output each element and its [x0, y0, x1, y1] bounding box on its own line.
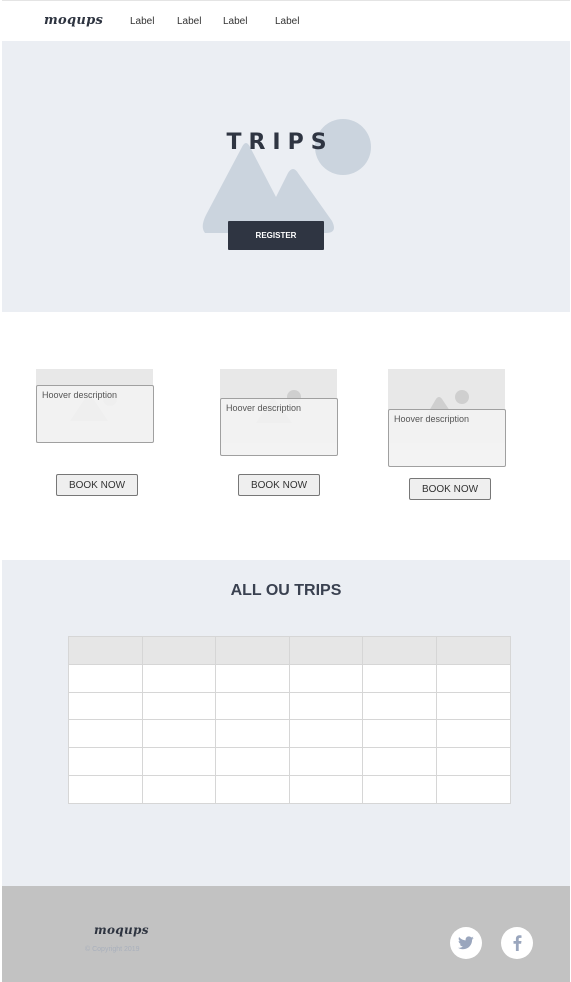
table-cell — [215, 774, 290, 804]
section-title: ALL OU TRIPS — [230, 582, 342, 599]
hover-description-tooltip-2: Hoover description — [220, 398, 338, 456]
table-header-cell — [141, 636, 217, 665]
table-cell — [141, 691, 217, 721]
nav-logo[interactable]: moqups — [44, 13, 103, 28]
facebook-f-icon — [513, 935, 521, 951]
table-cell — [288, 774, 364, 804]
table-cell — [362, 719, 437, 749]
book-now-button-1[interactable]: BOOK NOW — [56, 474, 138, 496]
nav-link-2[interactable]: Label — [177, 16, 201, 27]
table-header-cell — [68, 636, 143, 665]
table-row — [68, 774, 511, 804]
table-header-cell — [435, 636, 511, 665]
table-cell — [141, 747, 217, 776]
book-now-button-2[interactable]: BOOK NOW — [238, 474, 320, 496]
footer: moqups © Copyright 2019 — [2, 886, 570, 982]
nav-link-4[interactable]: Label — [275, 16, 299, 27]
table-cell — [435, 719, 511, 749]
table-header-cell — [215, 636, 290, 665]
nav-link-3[interactable]: Label — [223, 16, 247, 27]
table-cell — [68, 747, 143, 776]
table-cell — [141, 719, 217, 749]
twitter-icon[interactable] — [450, 927, 482, 959]
hover-description-tooltip-3: Hoover description — [388, 409, 506, 467]
all-trips-section: ALL OU TRIPS — [2, 560, 570, 886]
table-cell — [68, 719, 143, 749]
table-cell — [68, 774, 143, 804]
table-row — [68, 719, 511, 749]
table-cell — [288, 663, 364, 693]
table-row — [68, 691, 511, 721]
table-cell — [215, 691, 290, 721]
table-cell — [435, 747, 511, 776]
table-header-cell — [362, 636, 437, 665]
facebook-icon[interactable] — [501, 927, 533, 959]
table-cell — [435, 774, 511, 804]
book-now-button-3[interactable]: BOOK NOW — [409, 478, 491, 500]
hero-title: TRIPS — [226, 130, 334, 155]
trip-cards-section: Hoover description BOOK NOW Hoover descr… — [2, 312, 570, 560]
table-header-row — [68, 636, 511, 665]
table-cell — [288, 719, 364, 749]
table-cell — [362, 747, 437, 776]
table-row — [68, 747, 511, 776]
table-cell — [141, 774, 217, 804]
table-cell — [362, 774, 437, 804]
hero-section: TRIPS REGISTER — [2, 41, 570, 312]
copyright-text: © Copyright 2019 — [85, 946, 140, 953]
twitter-bird-icon — [458, 936, 474, 950]
table-cell — [68, 663, 143, 693]
table-cell — [68, 691, 143, 721]
register-button[interactable]: REGISTER — [228, 221, 324, 250]
hover-description-tooltip-1: Hoover description — [36, 385, 154, 443]
footer-logo[interactable]: moqups — [94, 923, 149, 937]
trips-table — [68, 636, 511, 804]
table-header-cell — [288, 636, 364, 665]
table-cell — [288, 691, 364, 721]
table-cell — [362, 663, 437, 693]
table-cell — [215, 719, 290, 749]
top-nav: moqups Label Label Label Label — [2, 0, 570, 41]
nav-link-1[interactable]: Label — [130, 16, 154, 27]
table-cell — [362, 691, 437, 721]
table-cell — [141, 663, 217, 693]
table-row — [68, 663, 511, 693]
table-cell — [215, 663, 290, 693]
table-cell — [215, 747, 290, 776]
table-cell — [435, 691, 511, 721]
table-cell — [288, 747, 364, 776]
table-cell — [435, 663, 511, 693]
